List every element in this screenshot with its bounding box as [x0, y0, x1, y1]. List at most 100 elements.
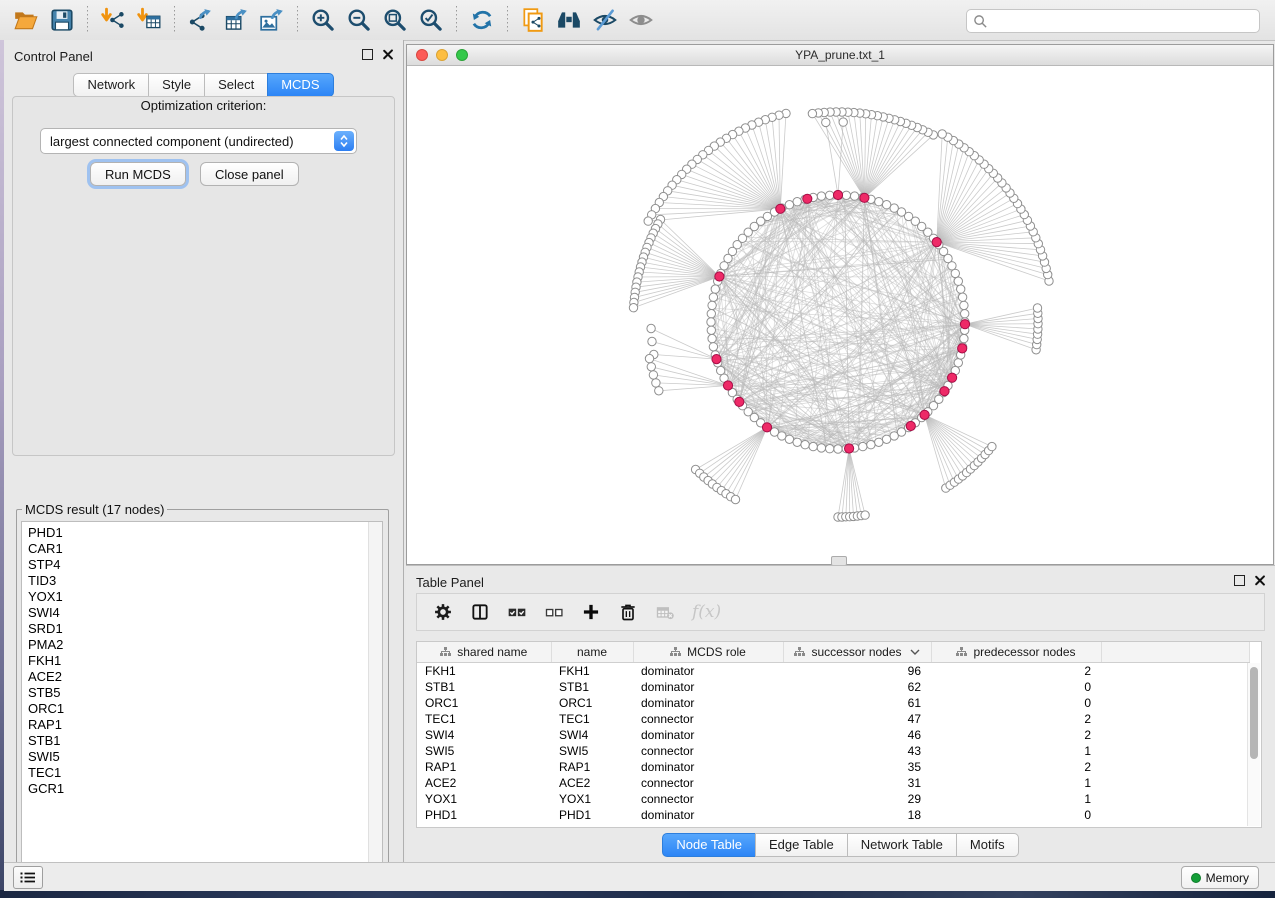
table-cell[interactable]: 2 [931, 663, 1101, 680]
table-cell[interactable]: ACE2 [417, 775, 551, 791]
import-network-button[interactable] [96, 4, 130, 36]
mcds-result-item[interactable]: CAR1 [28, 541, 382, 557]
delete-column-button[interactable] [618, 602, 638, 622]
add-column-button[interactable] [581, 602, 601, 622]
table-cell[interactable]: dominator [633, 679, 783, 695]
mcds-result-item[interactable]: ACE2 [28, 669, 382, 685]
table-cell[interactable]: 43 [783, 743, 931, 759]
table-cell[interactable]: 0 [931, 679, 1101, 695]
table-cell[interactable]: 2 [931, 759, 1101, 775]
table-cell[interactable]: SWI5 [551, 743, 633, 759]
table-row[interactable]: ACE2ACE2connector311 [417, 775, 1249, 791]
apply-layout-button[interactable] [465, 4, 499, 36]
table-cell[interactable]: 96 [783, 663, 931, 680]
table-scrollbar-thumb[interactable] [1250, 667, 1258, 759]
select-all-button[interactable] [507, 602, 527, 622]
mcds-result-item[interactable]: TID3 [28, 573, 382, 589]
open-file-button[interactable] [9, 4, 43, 36]
table-cell[interactable]: RAP1 [417, 759, 551, 775]
table-cell[interactable]: 29 [783, 791, 931, 807]
zoom-out-button[interactable] [342, 4, 376, 36]
table-row[interactable]: STB1STB1dominator620 [417, 679, 1249, 695]
table-cell[interactable]: 61 [783, 695, 931, 711]
tab-node-table[interactable]: Node Table [662, 833, 756, 857]
table-cell[interactable]: FKH1 [417, 663, 551, 680]
import-table-button[interactable] [132, 4, 166, 36]
table-cell[interactable]: connector [633, 711, 783, 727]
float-table-panel-icon[interactable] [1234, 575, 1245, 586]
table-cell[interactable]: TEC1 [417, 711, 551, 727]
network-graph[interactable] [407, 66, 1273, 564]
column-header-shared-name[interactable]: shared name [417, 642, 551, 663]
table-cell[interactable]: ORC1 [551, 695, 633, 711]
unselect-all-button[interactable] [544, 602, 564, 622]
table-cell[interactable]: 1 [931, 743, 1101, 759]
mcds-list-scrollbar[interactable] [368, 522, 382, 870]
column-header-MCDS-role[interactable]: MCDS role [633, 642, 783, 663]
mcds-result-item[interactable]: STP4 [28, 557, 382, 573]
table-cell[interactable]: connector [633, 791, 783, 807]
table-cell[interactable]: 18 [783, 807, 931, 823]
mcds-result-item[interactable]: RAP1 [28, 717, 382, 733]
mcds-result-item[interactable]: YOX1 [28, 589, 382, 605]
table-row[interactable]: PHD1PHD1dominator180 [417, 807, 1249, 823]
task-history-button[interactable] [13, 866, 43, 889]
clone-network-button[interactable] [516, 4, 550, 36]
tab-network[interactable]: Network [73, 73, 149, 97]
table-cell[interactable]: 1 [931, 775, 1101, 791]
table-cell[interactable]: dominator [633, 727, 783, 743]
mcds-result-item[interactable]: TEC1 [28, 765, 382, 781]
table-cell[interactable]: STB1 [417, 679, 551, 695]
memory-button[interactable]: Memory [1181, 866, 1259, 889]
table-cell[interactable]: 31 [783, 775, 931, 791]
table-cell[interactable]: 2 [931, 727, 1101, 743]
close-panel-button[interactable]: Close panel [200, 162, 299, 186]
float-panel-icon[interactable] [362, 49, 373, 60]
mcds-result-item[interactable]: PHD1 [28, 525, 382, 541]
column-layout-button[interactable] [470, 602, 490, 622]
table-cell[interactable]: YOX1 [417, 791, 551, 807]
mcds-result-item[interactable]: ORC1 [28, 701, 382, 717]
tab-edge-table[interactable]: Edge Table [755, 833, 848, 857]
table-cell[interactable]: 0 [931, 695, 1101, 711]
save-session-button[interactable] [45, 4, 79, 36]
table-cell[interactable]: SWI4 [551, 727, 633, 743]
table-settings-gear-button[interactable] [433, 602, 453, 622]
close-panel-icon[interactable] [382, 49, 393, 60]
table-scrollbar[interactable] [1247, 663, 1260, 826]
table-cell[interactable]: 2 [931, 711, 1101, 727]
mcds-result-item[interactable]: FKH1 [28, 653, 382, 669]
zoom-fit-button[interactable] [378, 4, 412, 36]
table-cell[interactable]: PHD1 [417, 807, 551, 823]
table-cell[interactable]: dominator [633, 695, 783, 711]
table-row[interactable]: TEC1TEC1connector472 [417, 711, 1249, 727]
table-cell[interactable]: SWI5 [417, 743, 551, 759]
mcds-result-item[interactable]: PMA2 [28, 637, 382, 653]
table-cell[interactable]: ORC1 [417, 695, 551, 711]
mcds-result-item[interactable]: SWI4 [28, 605, 382, 621]
table-cell[interactable]: PHD1 [551, 807, 633, 823]
node-data-table[interactable]: shared namenameMCDS rolesuccessor nodesp… [417, 642, 1250, 823]
export-network-button[interactable] [183, 4, 217, 36]
table-cell[interactable]: 62 [783, 679, 931, 695]
table-cell[interactable]: STB1 [551, 679, 633, 695]
mcds-result-item[interactable]: STB1 [28, 733, 382, 749]
column-header-name[interactable]: name [551, 642, 633, 663]
tab-mcds[interactable]: MCDS [267, 73, 333, 97]
zoom-in-button[interactable] [306, 4, 340, 36]
table-cell[interactable]: FKH1 [551, 663, 633, 680]
table-cell[interactable]: 46 [783, 727, 931, 743]
tab-motifs[interactable]: Motifs [956, 833, 1019, 857]
table-row[interactable]: ORC1ORC1dominator610 [417, 695, 1249, 711]
table-cell[interactable]: 0 [931, 807, 1101, 823]
table-cell[interactable]: 35 [783, 759, 931, 775]
table-row[interactable]: RAP1RAP1dominator352 [417, 759, 1249, 775]
find-neighbors-button[interactable] [552, 4, 586, 36]
column-header-predecessor-nodes[interactable]: predecessor nodes [931, 642, 1101, 663]
table-cell[interactable]: dominator [633, 759, 783, 775]
export-image-button[interactable] [255, 4, 289, 36]
table-row[interactable]: SWI4SWI4dominator462 [417, 727, 1249, 743]
table-cell[interactable]: SWI4 [417, 727, 551, 743]
table-cell[interactable]: YOX1 [551, 791, 633, 807]
table-row[interactable]: YOX1YOX1connector291 [417, 791, 1249, 807]
